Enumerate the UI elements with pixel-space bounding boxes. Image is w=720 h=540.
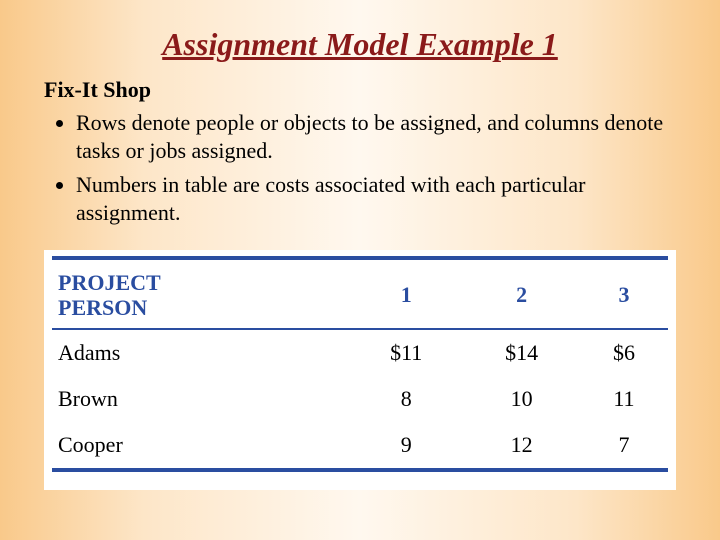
cost-table: PROJECT PERSON 1 2 3 Adams $11 $14 $6 (52, 260, 668, 473)
bullet-item: Numbers in table are costs associated wi… (76, 171, 680, 227)
person-cell: Adams (52, 330, 349, 376)
col-header-2: 2 (463, 260, 580, 329)
table-row: Cooper 9 12 7 (52, 422, 668, 468)
cost-cell: 9 (349, 422, 463, 468)
cost-cell: 11 (580, 376, 668, 422)
cost-table-container: PROJECT PERSON 1 2 3 Adams $11 $14 $6 (44, 250, 676, 491)
cost-cell: 12 (463, 422, 580, 468)
table-row: Brown 8 10 11 (52, 376, 668, 422)
table-header-label: PROJECT PERSON (52, 260, 349, 329)
cost-cell: 10 (463, 376, 580, 422)
subtitle: Fix-It Shop (44, 77, 680, 103)
col-header-1: 1 (349, 260, 463, 329)
cost-cell: 7 (580, 422, 668, 468)
cost-cell: $14 (463, 330, 580, 376)
header-line2: PERSON (58, 295, 147, 320)
col-header-3: 3 (580, 260, 668, 329)
cost-cell: 8 (349, 376, 463, 422)
bullet-list: Rows denote people or objects to be assi… (50, 109, 680, 228)
person-cell: Cooper (52, 422, 349, 468)
cost-cell: $11 (349, 330, 463, 376)
table-row: Adams $11 $14 $6 (52, 330, 668, 376)
person-cell: Brown (52, 376, 349, 422)
header-line1: PROJECT (58, 270, 161, 295)
table-bottom-rule (52, 468, 668, 472)
slide: Assignment Model Example 1 Fix-It Shop R… (0, 0, 720, 540)
bullet-item: Rows denote people or objects to be assi… (76, 109, 680, 165)
table-header-row: PROJECT PERSON 1 2 3 (52, 260, 668, 329)
page-title: Assignment Model Example 1 (40, 26, 680, 63)
cost-cell: $6 (580, 330, 668, 376)
